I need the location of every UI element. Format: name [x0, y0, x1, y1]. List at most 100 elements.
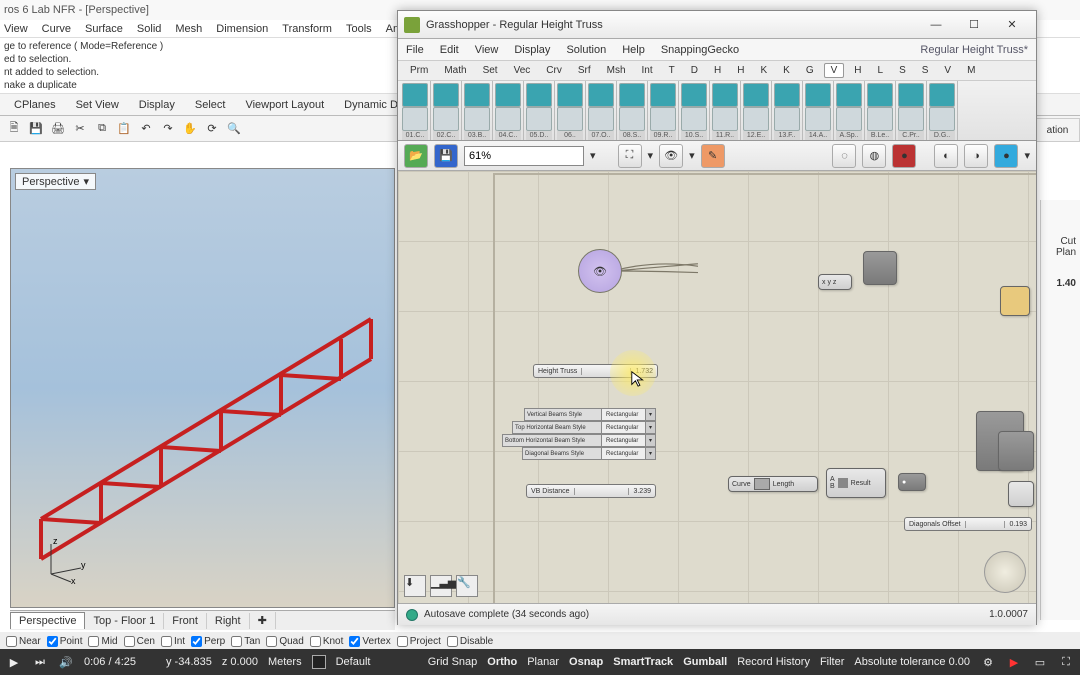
gh-titlebar[interactable]: Grasshopper - Regular Height Truss — ☐ ✕	[398, 11, 1036, 39]
cat-k[interactable]: K	[754, 64, 773, 77]
chevron-down-icon[interactable]: ▾	[1024, 149, 1030, 162]
viewport-label[interactable]: Perspective ▾	[15, 173, 96, 190]
diagonal-beam-row[interactable]: Diagonal Beams Style Rectangular ▾	[522, 447, 656, 460]
menu-dimension[interactable]: Dimension	[216, 23, 268, 35]
layer-color-icon[interactable]	[312, 655, 326, 669]
paste-icon[interactable]: 📋	[114, 119, 134, 139]
cat-msh[interactable]: Msh	[601, 64, 632, 77]
ribbon-icon[interactable]	[526, 83, 552, 107]
cat-g[interactable]: G	[800, 64, 820, 77]
osnap-disable[interactable]: Disable	[447, 636, 493, 647]
cat-s2[interactable]: S	[916, 64, 935, 77]
ribbon-group[interactable]: 01.C..	[400, 81, 431, 140]
ribbon-icon[interactable]	[495, 107, 521, 131]
osnap-vertex[interactable]: Vertex	[349, 636, 390, 647]
ribbon-icon[interactable]	[681, 107, 707, 131]
only-selected-icon[interactable]: ◐	[934, 144, 958, 168]
ribbon-icon[interactable]	[898, 107, 924, 131]
tab-setview[interactable]: Set View	[68, 97, 127, 113]
menu-transform[interactable]: Transform	[282, 23, 332, 35]
viewport-tabs[interactable]: Perspective Top - Floor 1 Front Right ✚	[10, 610, 395, 630]
chevron-down-icon[interactable]: ▾	[646, 447, 656, 460]
ribbon-icon[interactable]	[743, 107, 769, 131]
play-icon[interactable]: ▶	[6, 654, 22, 670]
ribbon-group[interactable]: A.Sp..	[834, 81, 865, 140]
cat-crv[interactable]: Crv	[540, 64, 568, 77]
cat-l[interactable]: L	[872, 64, 890, 77]
menu-mesh[interactable]: Mesh	[175, 23, 202, 35]
close-icon[interactable]: ✕	[994, 15, 1030, 35]
tab-ation[interactable]: ation	[1035, 118, 1080, 142]
preview-off-icon[interactable]: ◌	[832, 144, 856, 168]
doc-preview-icon[interactable]: ◑	[964, 144, 988, 168]
ribbon-group[interactable]: 13.F..	[772, 81, 803, 140]
menu-view[interactable]: View	[4, 23, 28, 35]
ribbon-icon[interactable]	[619, 83, 645, 107]
ribbon-group[interactable]: 05.D..	[524, 81, 555, 140]
ribbon-icon[interactable]	[557, 83, 583, 107]
ribbon-icon[interactable]	[712, 83, 738, 107]
ribbon-icon[interactable]	[774, 107, 800, 131]
new-icon[interactable]: 🗎	[4, 119, 24, 139]
ribbon-icon[interactable]	[464, 83, 490, 107]
redo-icon[interactable]: ↷	[158, 119, 178, 139]
menu-snappinggecko[interactable]: SnappingGecko	[661, 44, 739, 56]
status-osnap[interactable]: Osnap	[569, 656, 603, 668]
osnap-near[interactable]: Near	[6, 636, 41, 647]
minimize-icon[interactable]: —	[918, 15, 954, 35]
menu-edit[interactable]: Edit	[440, 44, 459, 56]
cut-icon[interactable]: ✂	[70, 119, 90, 139]
ribbon-icon[interactable]	[681, 83, 707, 107]
tab-top[interactable]: Top - Floor 1	[85, 613, 164, 629]
tab-front[interactable]: Front	[164, 613, 207, 629]
cat-h3[interactable]: H	[848, 64, 867, 77]
osnap-quad[interactable]: Quad	[266, 636, 303, 647]
curve-length-node[interactable]: Curve Length	[728, 476, 818, 492]
menu-file[interactable]: File	[406, 44, 424, 56]
ribbon-icon[interactable]	[619, 107, 645, 131]
download-icon[interactable]: ⬇	[404, 575, 426, 597]
preview-icon[interactable]: 👁	[659, 144, 683, 168]
ribbon-group[interactable]: 02.C..	[431, 81, 462, 140]
tab-select[interactable]: Select	[187, 97, 234, 113]
perspective-viewport[interactable]: Perspective ▾	[10, 168, 395, 608]
ribbon-icon[interactable]	[650, 83, 676, 107]
curve-param-node[interactable]: 👁	[578, 249, 622, 293]
top-beam-row[interactable]: Top Horizontal Beam Style Rectangular ▾	[512, 421, 656, 434]
status-recordhistory[interactable]: Record History	[737, 656, 810, 668]
cat-set[interactable]: Set	[477, 64, 504, 77]
open-icon[interactable]: 📂	[404, 144, 428, 168]
expression-node[interactable]: AB Result	[826, 468, 886, 498]
pan-icon[interactable]: ✋	[180, 119, 200, 139]
cluster-node[interactable]	[998, 431, 1034, 471]
ribbon-icon[interactable]	[402, 83, 428, 107]
next-icon[interactable]: ⏭	[32, 654, 48, 670]
bottom-beam-row[interactable]: Bottom Horizontal Beam Style Rectangular…	[502, 434, 656, 447]
menu-help[interactable]: Help	[622, 44, 645, 56]
ribbon-icon[interactable]	[805, 107, 831, 131]
zoom-extents-icon[interactable]: ⛶	[618, 144, 642, 168]
tab-dynamic[interactable]: Dynamic D	[336, 97, 406, 113]
ribbon-icon[interactable]	[898, 83, 924, 107]
status-gumball[interactable]: Gumball	[683, 656, 727, 668]
menu-curve[interactable]: Curve	[42, 23, 71, 35]
ribbon-icon[interactable]	[526, 107, 552, 131]
sketch-icon[interactable]: ✎	[701, 144, 725, 168]
chart-icon[interactable]: ▁▃▅	[430, 575, 452, 597]
ribbon-icon[interactable]	[464, 107, 490, 131]
undo-icon[interactable]: ↶	[136, 119, 156, 139]
cat-vec[interactable]: Vec	[508, 64, 537, 77]
youtube-icon[interactable]: ▶	[1006, 654, 1022, 670]
canvas-compass[interactable]	[984, 551, 1026, 593]
chevron-down-icon[interactable]: ▾	[590, 149, 596, 162]
row-value[interactable]: Rectangular	[602, 447, 646, 460]
theater-icon[interactable]: ▭	[1032, 654, 1048, 670]
component-node[interactable]	[863, 251, 897, 285]
menu-solution[interactable]: Solution	[566, 44, 606, 56]
tab-perspective[interactable]: Perspective	[10, 612, 85, 629]
chevron-down-icon[interactable]: ▾	[646, 408, 656, 421]
ribbon-group[interactable]: D.G..	[927, 81, 958, 140]
cat-int[interactable]: Int	[636, 64, 659, 77]
menu-surface[interactable]: Surface	[85, 23, 123, 35]
gh-doc-label[interactable]: Regular Height Truss*	[920, 44, 1028, 56]
